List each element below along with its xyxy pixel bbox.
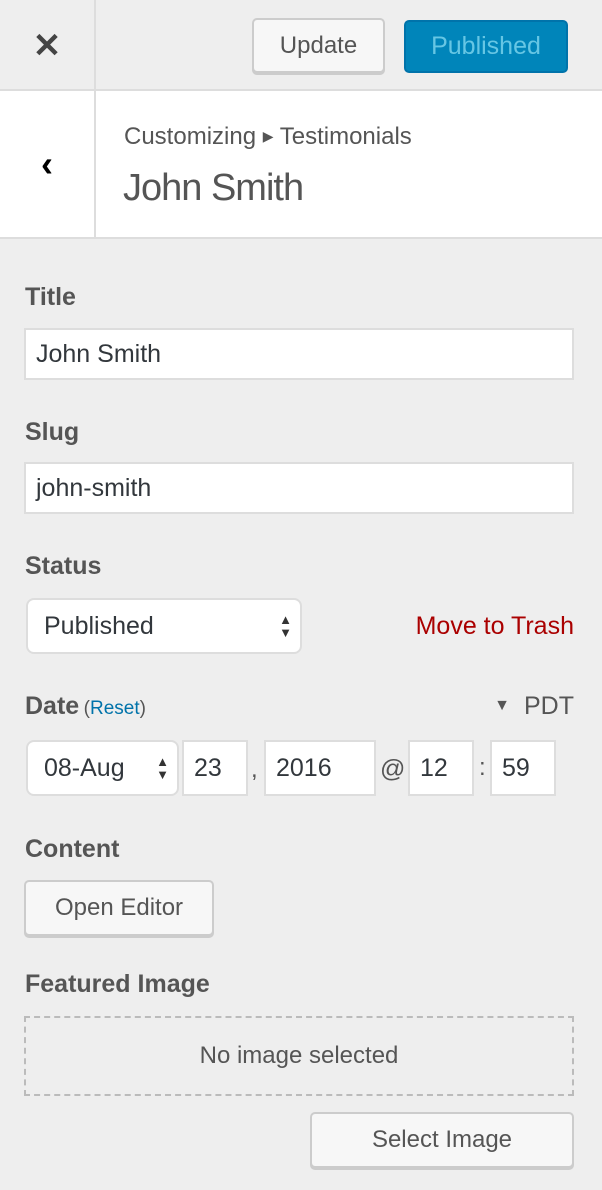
year-input[interactable]: 2016 <box>264 740 376 796</box>
paren: ) <box>139 698 146 719</box>
close-button[interactable]: ✕ <box>0 0 96 91</box>
featured-image-label: Featured Image <box>25 970 210 998</box>
back-button[interactable]: ‹ <box>0 91 96 237</box>
timezone-label: PDT <box>524 692 574 720</box>
breadcrumb: Customizing ▶ Testimonials <box>124 123 412 151</box>
select-arrows-icon: ▲ ▼ <box>156 754 169 782</box>
title-input[interactable]: John Smith <box>24 328 574 380</box>
page-title: John Smith <box>123 167 304 209</box>
status-select[interactable]: Published ▲ ▼ <box>26 598 302 654</box>
caret-right-icon: ▶ <box>262 128 274 144</box>
at-separator: @ <box>380 755 406 783</box>
day-input[interactable]: 23 <box>182 740 248 796</box>
month-value: 08-Aug <box>44 753 125 782</box>
open-editor-button[interactable]: Open Editor <box>24 880 214 936</box>
reset-link[interactable]: Reset <box>90 698 140 719</box>
comma-separator: , <box>251 756 258 783</box>
status-label: Status <box>25 552 102 580</box>
month-select[interactable]: 08-Aug ▲ ▼ <box>26 740 179 796</box>
content-label: Content <box>25 835 120 863</box>
no-image-text: No image selected <box>199 1042 399 1069</box>
select-arrows-icon: ▲ ▼ <box>279 612 292 640</box>
slug-input[interactable]: john-smith <box>24 462 574 514</box>
slug-label: Slug <box>25 418 80 446</box>
top-bar: ✕ Update Published <box>0 0 602 91</box>
close-icon: ✕ <box>32 26 62 65</box>
date-label: Date <box>25 692 80 720</box>
breadcrumb-root: Customizing <box>124 123 257 150</box>
status-value: Published <box>44 611 154 640</box>
date-header: Date (Reset) <box>25 692 146 721</box>
update-button[interactable]: Update <box>252 18 385 73</box>
colon-separator: : <box>479 754 486 781</box>
chevron-left-icon: ‹ <box>41 143 53 184</box>
triangle-down-icon: ▼ <box>494 697 510 714</box>
published-button[interactable]: Published <box>404 20 568 73</box>
timezone-toggle[interactable]: ▼ PDT <box>494 692 574 721</box>
section-header: ‹ Customizing ▶ Testimonials John Smith <box>0 91 602 239</box>
image-placeholder: No image selected <box>24 1016 574 1096</box>
minute-input[interactable]: 59 <box>490 740 556 796</box>
hour-input[interactable]: 12 <box>408 740 474 796</box>
breadcrumb-section: Testimonials <box>279 123 412 150</box>
move-to-trash-link[interactable]: Move to Trash <box>416 612 574 641</box>
title-label: Title <box>25 283 76 311</box>
select-image-button[interactable]: Select Image <box>310 1112 574 1168</box>
